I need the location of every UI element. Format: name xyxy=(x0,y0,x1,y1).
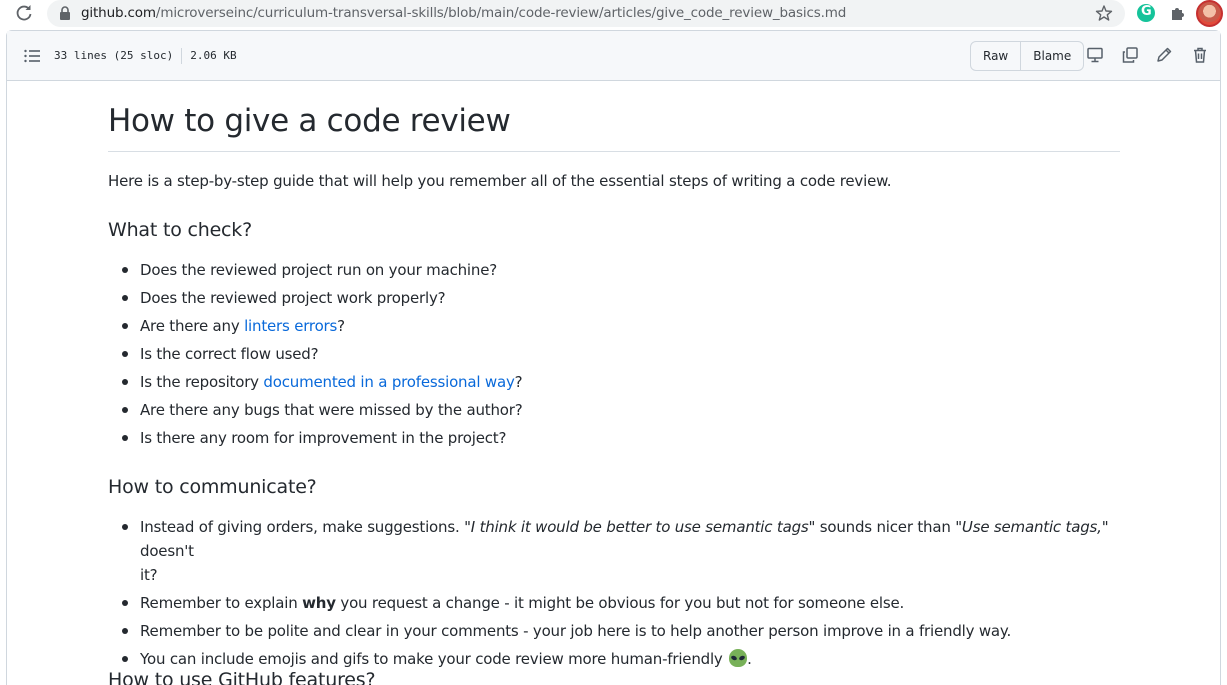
browser-toolbar: github.com/microverseinc/curriculum-tran… xyxy=(0,0,1227,28)
extensions-puzzle-icon[interactable] xyxy=(1169,4,1187,22)
list-item: Is there any room for improvement in the… xyxy=(108,426,522,450)
address-bar[interactable]: github.com/microverseinc/curriculum-tran… xyxy=(47,0,1125,27)
file-size: 2.06 KB xyxy=(190,49,237,62)
list-item: Are there any linters errors? xyxy=(108,314,522,338)
copy-icon[interactable] xyxy=(1121,46,1139,64)
list-item-text: Instead of giving orders, make suggestio… xyxy=(140,518,471,536)
grammarly-extension-icon[interactable]: G xyxy=(1137,4,1155,22)
list-item-text: Is the repository xyxy=(140,373,264,391)
edit-pencil-icon[interactable] xyxy=(1155,46,1173,64)
list-item: Are there any bugs that were missed by t… xyxy=(108,398,523,422)
list-item-text: You can include emojis and gifs to make … xyxy=(140,650,728,668)
list-item: Does the reviewed project work properly? xyxy=(108,286,522,310)
list-item: You can include emojis and gifs to make … xyxy=(108,647,1120,671)
reload-icon[interactable] xyxy=(14,2,34,24)
order-example: Use semantic tags, xyxy=(961,518,1102,536)
intro-paragraph: Here is a step-by-step guide that will h… xyxy=(108,172,892,190)
table-of-contents-icon[interactable] xyxy=(24,49,40,63)
divider xyxy=(181,48,183,64)
list-item: Does the reviewed project run on your ma… xyxy=(108,258,522,282)
url-path: /microverseinc/curriculum-transversal-sk… xyxy=(155,5,847,21)
profile-avatar[interactable] xyxy=(1196,0,1223,27)
list-item-text: Are there any xyxy=(140,317,245,335)
trash-icon[interactable] xyxy=(1191,46,1209,64)
list-item: Remember to explain why you request a ch… xyxy=(108,591,1120,615)
raw-button[interactable]: Raw xyxy=(971,42,1020,70)
list-item: Is the repository documented in a profes… xyxy=(108,370,523,394)
url-text[interactable]: github.com/microverseinc/curriculum-tran… xyxy=(81,5,846,21)
url-host: github.com xyxy=(81,5,156,21)
suggestion-example: I think it would be better to use semant… xyxy=(470,518,809,536)
blame-button[interactable]: Blame xyxy=(1020,42,1083,70)
bookmark-star-icon[interactable] xyxy=(1095,4,1113,22)
file-info: 33 lines (25 sloc) 2.06 KB xyxy=(54,48,237,64)
raw-blame-group: Raw Blame xyxy=(970,41,1085,71)
emphasis-why: why xyxy=(302,594,336,612)
alien-emoji-icon xyxy=(729,649,748,667)
checklist: Does the reviewed project run on your ma… xyxy=(108,258,523,454)
list-item-text: " sounds nicer than " xyxy=(808,518,963,536)
communication-list: Instead of giving orders, make suggestio… xyxy=(108,515,1120,675)
list-item-text: Remember to explain xyxy=(140,594,303,612)
lock-icon[interactable] xyxy=(59,6,71,20)
section-heading-what-to-check: What to check? xyxy=(108,219,252,241)
list-item: Remember to be polite and clear in your … xyxy=(108,619,1120,643)
file-header: 33 lines (25 sloc) 2.06 KB Raw Blame xyxy=(7,31,1220,81)
list-item-text: it? xyxy=(140,566,158,584)
extension-g-letter: G xyxy=(1141,4,1152,19)
section-heading-how-to-communicate: How to communicate? xyxy=(108,476,317,498)
list-item-text: you request a change - it might be obvio… xyxy=(335,594,905,612)
documented-professional-way-link[interactable]: documented in a professional way xyxy=(263,373,514,391)
section-heading-github-features: How to use GitHub features? xyxy=(108,669,376,685)
list-item: Is the correct flow used? xyxy=(108,342,522,366)
file-line-count: 33 lines (25 sloc) xyxy=(54,49,174,62)
list-item-text: ? xyxy=(514,373,523,391)
title-divider xyxy=(108,151,1120,152)
list-item: Instead of giving orders, make suggestio… xyxy=(108,515,1120,587)
list-item-text: . xyxy=(747,650,752,668)
desktop-icon[interactable] xyxy=(1086,46,1104,64)
linters-errors-link[interactable]: linters errors xyxy=(244,317,337,335)
list-item-text: ? xyxy=(337,317,345,335)
page-title: How to give a code review xyxy=(108,103,511,139)
